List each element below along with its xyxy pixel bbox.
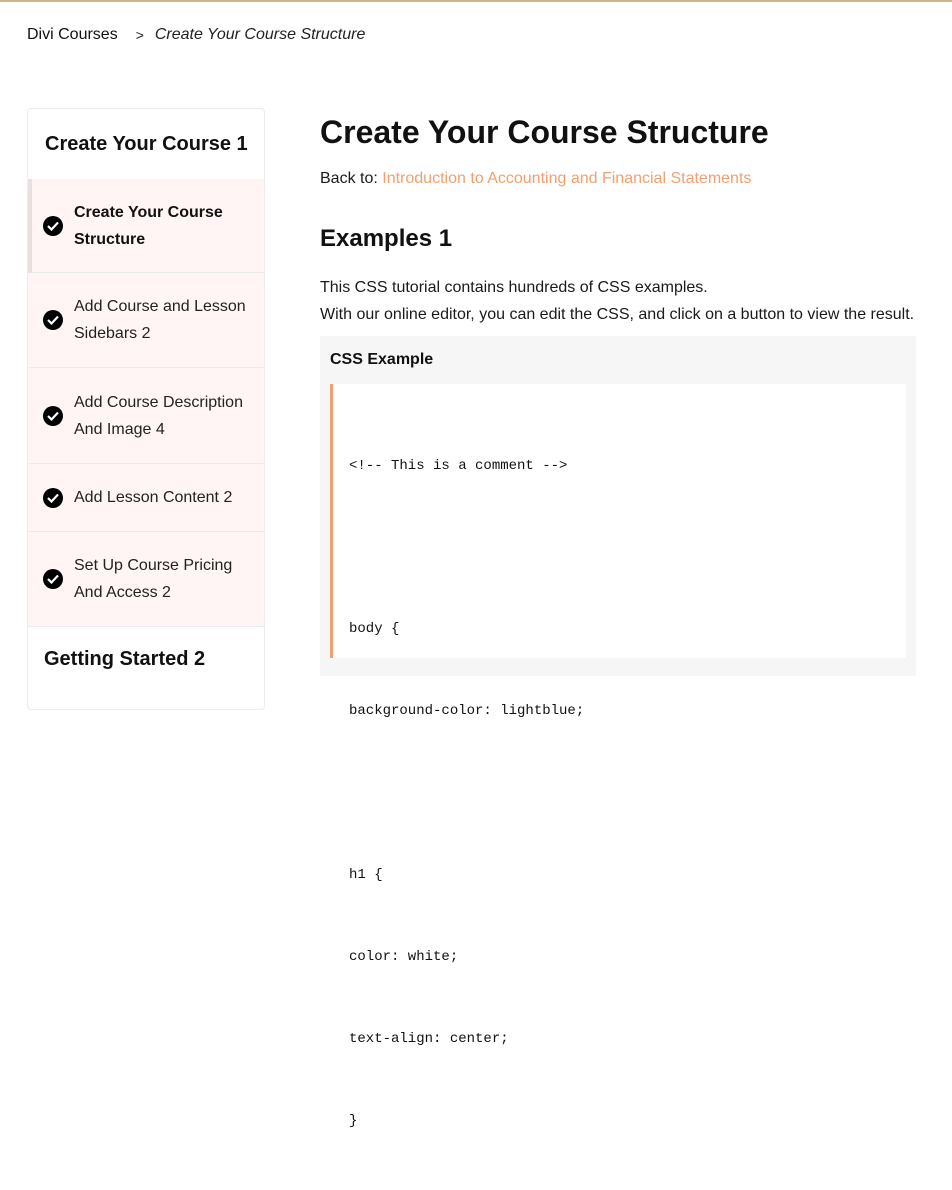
- checkmark-icon: [43, 215, 63, 236]
- breadcrumb-home-link[interactable]: Divi Courses: [27, 26, 118, 44]
- sidebar-lesson-pricing[interactable]: Set Up Course Pricing And Access 2: [28, 532, 264, 627]
- sidebar-lesson-sidebars[interactable]: Add Course and Lesson Sidebars 2: [28, 273, 264, 368]
- code-line: <!-- This is a comment -->: [349, 457, 568, 474]
- back-course-link[interactable]: Introduction to Accounting and Financial…: [382, 170, 751, 187]
- sidebar-lesson-description[interactable]: Add Course Description And Image 4: [28, 368, 264, 464]
- lesson-label: Add Lesson Content 2: [74, 489, 233, 506]
- code-line: body {: [349, 621, 400, 638]
- code-line: }: [349, 1112, 358, 1129]
- sidebar-lesson-content[interactable]: Add Lesson Content 2: [28, 464, 264, 532]
- lesson-label: Add Course Description And Image 4: [74, 393, 243, 438]
- code-line: text-align: center;: [349, 1030, 509, 1047]
- code-line: ​: [349, 780, 890, 807]
- course-sidebar: Create Your Course 1 Create Your Course …: [27, 108, 265, 710]
- back-to-course: Back to: Introduction to Accounting and …: [320, 170, 920, 188]
- section-title: Examples 1: [320, 225, 453, 252]
- css-example-box: CSS Example <!-- This is a comment --> ​…: [320, 335, 916, 1129]
- lesson-label: Set Up Course Pricing And Access 2: [74, 557, 233, 601]
- sidebar-lesson-create-structure[interactable]: Create Your Course Structure: [28, 179, 264, 273]
- sidebar-section-title[interactable]: Create Your Course 1: [28, 109, 264, 179]
- code-line: h1 {: [349, 866, 383, 883]
- intro-line: With our online editor, you can edit the…: [320, 305, 915, 323]
- breadcrumb-current: Create Your Course Structure: [154, 26, 366, 43]
- breadcrumb: Divi Courses > Create Your Course Struct…: [27, 26, 365, 44]
- lesson-content: Create Your Course Structure Back to: In…: [320, 108, 920, 1129]
- sidebar-next-section-title[interactable]: Getting Started 2: [28, 627, 264, 692]
- intro-line: This CSS tutorial contains hundreds of C…: [320, 278, 708, 296]
- top-rule: [0, 0, 952, 2]
- checkmark-icon: [43, 405, 63, 426]
- code-line: ​: [349, 534, 890, 561]
- checkmark-icon: [43, 569, 63, 589]
- lesson-label: Add Course and Lesson Sidebars 2: [74, 298, 246, 342]
- back-prefix: Back to:: [320, 170, 378, 187]
- code-line: color: white;: [349, 948, 459, 965]
- checkmark-icon: [43, 310, 63, 330]
- page-title: Create Your Course Structure: [320, 114, 769, 150]
- lesson-label: Create Your Course Structure: [74, 203, 223, 248]
- example-title: CSS Example: [330, 350, 434, 368]
- intro-text: This CSS tutorial contains hundreds of C…: [320, 274, 920, 328]
- code-block: <!-- This is a comment --> ​ body { back…: [330, 383, 906, 1129]
- breadcrumb-separator: >: [135, 27, 144, 43]
- code-line: background-color: lightblue;: [349, 703, 585, 720]
- checkmark-icon: [43, 487, 63, 508]
